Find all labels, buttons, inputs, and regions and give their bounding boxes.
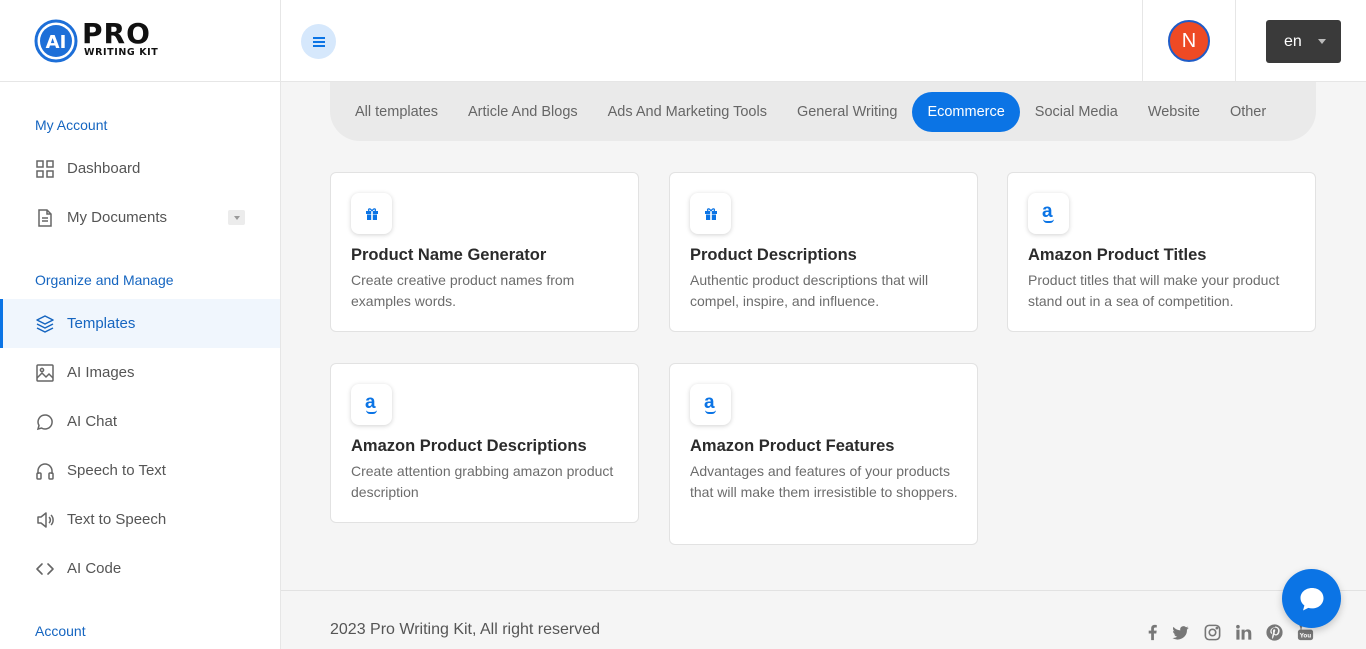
sidebar-item-templates[interactable]: Templates (0, 299, 280, 348)
gift-icon (365, 207, 378, 220)
sidebar-item-label: AI Images (67, 364, 135, 381)
template-card-product-name-generator[interactable]: Product Name Generator Create creative p… (330, 172, 639, 332)
section-label-my-account: My Account (35, 117, 108, 133)
header-divider (1142, 0, 1143, 82)
live-chat-button[interactable] (1282, 569, 1341, 628)
chat-bubble-icon (36, 413, 53, 430)
card-icon-box: a (351, 384, 392, 425)
caret-down-icon (233, 215, 240, 220)
hamburger-icon (312, 36, 325, 47)
tab-other[interactable]: Other (1215, 92, 1281, 132)
header-divider (1235, 0, 1236, 82)
template-card-amazon-product-titles[interactable]: a Amazon Product Titles Product titles t… (1007, 172, 1316, 332)
sidebar-item-label: My Documents (67, 209, 168, 226)
card-description: Advantages and features of your products… (690, 463, 958, 500)
card-description: Product titles that will make your produ… (1028, 272, 1280, 309)
svg-text:AI: AI (46, 32, 67, 53)
grid-icon (36, 159, 54, 178)
section-label-organize: Organize and Manage (35, 272, 174, 288)
amazon-smile (1043, 219, 1054, 223)
tab-article-and-blogs[interactable]: Article And Blogs (453, 92, 593, 132)
card-title: Amazon Product Titles (1028, 246, 1207, 264)
brand-logo[interactable]: AI PRO WRITING KIT (0, 0, 281, 82)
card-title: Product Name Generator (351, 246, 547, 264)
sidebar-item-label: Speech to Text (67, 462, 166, 479)
section-label-account: Account (35, 623, 86, 639)
template-card-product-descriptions[interactable]: Product Descriptions Authentic product d… (669, 172, 978, 332)
menu-toggle-button[interactable] (301, 24, 336, 59)
footer: 2023 Pro Writing Kit, All right reserved… (281, 590, 1366, 649)
card-description: Authentic product descriptions that will… (690, 272, 929, 309)
card-description: Create creative product names from examp… (351, 272, 575, 309)
card-title: Amazon Product Features (690, 437, 895, 455)
svg-text:You: You (1298, 633, 1311, 639)
instagram-icon[interactable] (1201, 621, 1223, 643)
language-value: en (1284, 32, 1302, 50)
tab-social-media[interactable]: Social Media (1020, 92, 1133, 132)
card-description: Create attention grabbing amazon product… (351, 463, 614, 500)
sidebar-item-text-to-speech[interactable]: Text to Speech (0, 495, 280, 544)
tab-ads-and-marketing-tools[interactable]: Ads And Marketing Tools (593, 92, 782, 132)
copyright-text: 2023 Pro Writing Kit, All right reserved (330, 621, 601, 638)
card-icon-box: a (690, 384, 731, 425)
sidebar-item-label: Templates (67, 315, 136, 332)
template-category-tabs: All templates Article And Blogs Ads And … (330, 82, 1316, 141)
linkedin-icon[interactable] (1232, 621, 1254, 643)
headphones-icon (36, 462, 54, 480)
tab-general-writing[interactable]: General Writing (782, 92, 912, 132)
sidebar-item-speech-to-text[interactable]: Speech to Text (0, 446, 280, 495)
expand-caret-button[interactable] (228, 210, 245, 225)
logo-title: PRO (82, 17, 151, 50)
sidebar-item-ai-images[interactable]: AI Images (0, 348, 280, 397)
gift-icon (704, 207, 717, 220)
logo-icon: AI (34, 19, 78, 63)
pinterest-icon[interactable] (1263, 621, 1285, 643)
sidebar-item-my-documents[interactable]: My Documents (0, 193, 280, 242)
tab-ecommerce[interactable]: Ecommerce (912, 91, 1020, 132)
sidebar: My Account Dashboard My Documents Organi… (0, 82, 281, 649)
logo-subtitle: WRITING KIT (84, 47, 159, 58)
speaker-icon (37, 511, 54, 528)
sidebar-item-label: Dashboard (67, 160, 141, 177)
facebook-icon[interactable] (1141, 621, 1163, 643)
user-avatar[interactable]: N (1168, 20, 1210, 62)
caret-down-icon (1317, 39, 1326, 44)
chat-bubble-icon (1300, 587, 1323, 610)
amazon-smile (705, 410, 716, 414)
template-card-amazon-product-descriptions[interactable]: a Amazon Product Descriptions Create att… (330, 363, 639, 523)
card-icon-box (690, 193, 731, 234)
sidebar-item-label: AI Code (67, 560, 122, 577)
sidebar-item-ai-chat[interactable]: AI Chat (0, 397, 280, 446)
sidebar-item-label: AI Chat (67, 413, 118, 430)
amazon-icon: a (1042, 202, 1055, 224)
tab-website[interactable]: Website (1133, 92, 1215, 132)
card-title: Product Descriptions (690, 246, 857, 264)
amazon-icon: a (704, 393, 717, 415)
sidebar-item-label: Text to Speech (67, 511, 167, 528)
top-bar: AI PRO WRITING KIT N en (0, 0, 1366, 82)
sidebar-item-ai-code[interactable]: AI Code (0, 544, 280, 593)
card-title: Amazon Product Descriptions (351, 437, 587, 455)
tab-all-templates[interactable]: All templates (340, 92, 453, 132)
image-icon (36, 363, 54, 382)
sidebar-item-dashboard[interactable]: Dashboard (0, 144, 280, 193)
language-dropdown[interactable]: en (1266, 20, 1341, 63)
card-icon-box (351, 193, 392, 234)
card-icon-box: a (1028, 193, 1069, 234)
amazon-smile (366, 410, 377, 414)
document-icon (38, 208, 52, 227)
code-icon (36, 562, 54, 575)
layers-icon (36, 314, 54, 333)
template-card-amazon-product-features[interactable]: a Amazon Product Features Advantages and… (669, 363, 978, 545)
amazon-icon: a (365, 393, 378, 415)
twitter-icon[interactable] (1169, 621, 1191, 643)
